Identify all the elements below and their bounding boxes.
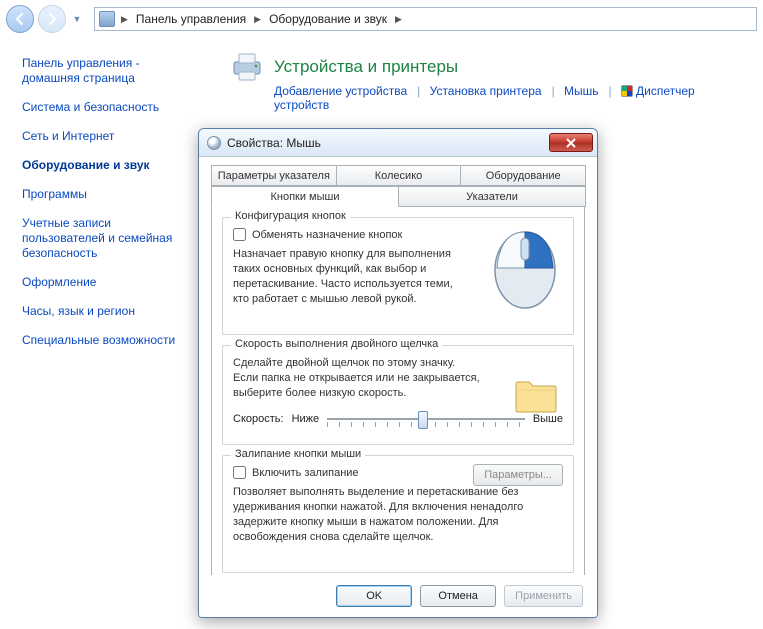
sidebar-item-hardware-sound[interactable]: Оборудование и звук (22, 158, 190, 173)
dialog-title: Свойства: Мышь (227, 136, 549, 150)
nav-forward-button[interactable] (38, 5, 66, 33)
category-title[interactable]: Устройства и принтеры (274, 57, 458, 77)
close-icon (565, 138, 577, 148)
speed-slider[interactable] (327, 409, 525, 429)
sidebar-item-system-security[interactable]: Система и безопасность (22, 100, 190, 115)
group-description: Назначает правую кнопку для выполнения т… (233, 247, 453, 306)
chevron-right-icon: ▶ (395, 14, 402, 25)
group-clicklock: Залипание кнопки мыши Параметры... Включ… (222, 455, 574, 573)
sidebar-item-accessibility[interactable]: Специальные возможности (22, 333, 190, 348)
explorer-topbar: ▼ ▶ Панель управления ▶ Оборудование и з… (0, 0, 763, 38)
category-links: Добавление устройства| Установка принтер… (274, 84, 751, 112)
breadcrumb-seg-control-panel[interactable]: Панель управления (134, 10, 248, 28)
breadcrumb-seg-hardware-sound[interactable]: Оборудование и звук (267, 10, 389, 28)
mouse-icon (207, 136, 221, 150)
tabs-row-2: Кнопки мыши Указатели (211, 186, 585, 207)
group-doubleclick-speed: Скорость выполнения двойного щелчка Сдел… (222, 345, 574, 445)
checkbox-input[interactable] (233, 466, 246, 479)
nav-history-dropdown[interactable]: ▼ (70, 10, 84, 28)
slider-thumb[interactable] (418, 411, 428, 429)
checkbox-label: Включить залипание (252, 467, 359, 479)
sidebar-home[interactable]: Панель управления - домашняя страница (22, 56, 190, 86)
apply-button[interactable]: Применить (504, 585, 583, 607)
speed-low-label: Ниже (292, 413, 320, 425)
speed-high-label: Выше (533, 413, 563, 425)
printer-icon (230, 52, 264, 82)
breadcrumb[interactable]: ▶ Панель управления ▶ Оборудование и зву… (94, 7, 757, 31)
cancel-button[interactable]: Отмена (420, 585, 496, 607)
close-button[interactable] (549, 133, 593, 152)
checkbox-label: Обменять назначение кнопок (252, 229, 402, 241)
link-mouse[interactable]: Мышь (564, 84, 599, 98)
group-legend: Скорость выполнения двойного щелчка (231, 338, 442, 350)
chevron-right-icon: ▶ (254, 14, 261, 25)
dialog-titlebar[interactable]: Свойства: Мышь (199, 129, 597, 157)
group-description: Сделайте двойной щелчок по этому значку.… (233, 356, 483, 401)
link-add-device[interactable]: Добавление устройства (274, 84, 407, 98)
shield-icon (621, 85, 633, 97)
sidebar: Панель управления - домашняя страница Си… (0, 38, 200, 629)
mouse-properties-dialog: Свойства: Мышь Параметры указателя Колес… (198, 128, 598, 618)
mouse-preview-icon (485, 224, 565, 312)
group-button-config: Конфигурация кнопок Обменять назначение … (222, 217, 574, 335)
sidebar-item-users[interactable]: Учетные записи пользователей и семейная … (22, 216, 190, 261)
dialog-button-bar: OK Отмена Применить (199, 575, 597, 617)
nav-back-button[interactable] (6, 5, 34, 33)
group-legend: Залипание кнопки мыши (231, 448, 365, 460)
tab-panel-buttons: Конфигурация кнопок Обменять назначение … (211, 207, 585, 605)
tab-pointer-options[interactable]: Параметры указателя (211, 165, 337, 186)
clicklock-settings-button[interactable]: Параметры... (473, 464, 563, 486)
link-install-printer[interactable]: Установка принтера (430, 84, 542, 98)
speed-label: Скорость: (233, 413, 284, 425)
category-devices-printers: Устройства и принтеры Добавление устройс… (230, 52, 751, 112)
group-legend: Конфигурация кнопок (231, 210, 350, 222)
sidebar-item-clock[interactable]: Часы, язык и регион (22, 304, 190, 319)
control-panel-icon (99, 11, 115, 27)
sidebar-item-network[interactable]: Сеть и Интернет (22, 129, 190, 144)
tabs-row-1: Параметры указателя Колесико Оборудовани… (211, 165, 585, 186)
sidebar-item-appearance[interactable]: Оформление (22, 275, 190, 290)
tab-buttons[interactable]: Кнопки мыши (211, 186, 399, 207)
ok-button[interactable]: OK (336, 585, 412, 607)
sidebar-item-programs[interactable]: Программы (22, 187, 190, 202)
tab-pointers[interactable]: Указатели (398, 186, 586, 207)
group-description: Позволяет выполнять выделение и перетаск… (233, 485, 563, 544)
checkbox-input[interactable] (233, 228, 246, 241)
tab-wheel[interactable]: Колесико (336, 165, 462, 186)
tab-hardware[interactable]: Оборудование (460, 165, 586, 186)
chevron-right-icon: ▶ (121, 14, 128, 25)
